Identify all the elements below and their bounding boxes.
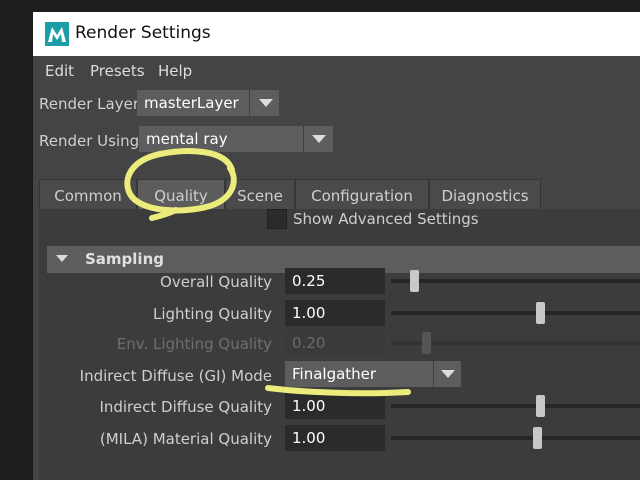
menu-help[interactable]: Help <box>158 62 192 80</box>
overall-quality-field[interactable]: 0.25 <box>285 268 385 294</box>
render-layer-value: masterLayer <box>144 94 239 112</box>
tab-configuration[interactable]: Configuration <box>295 179 429 209</box>
mila-material-quality-slider[interactable] <box>391 427 640 449</box>
slider-handle[interactable] <box>536 395 545 417</box>
chevron-down-icon <box>259 99 273 107</box>
render-layer-dropdown[interactable]: masterLayer <box>137 90 279 116</box>
env-lighting-quality-label: Env. Lighting Quality <box>116 335 272 353</box>
title-bar[interactable]: Render Settings <box>33 12 640 56</box>
sampling-section-title: Sampling <box>85 250 164 268</box>
render-using-label: Render Using <box>39 132 140 150</box>
overall-quality-label: Overall Quality <box>160 273 272 291</box>
render-settings-window: Render Settings Edit Presets Help Render… <box>32 12 640 480</box>
indirect-diffuse-quality-label: Indirect Diffuse Quality <box>99 398 272 416</box>
lighting-quality-slider[interactable] <box>391 302 640 324</box>
env-lighting-quality-slider <box>391 332 640 354</box>
maya-app-icon <box>45 22 69 46</box>
window-title: Render Settings <box>75 23 211 43</box>
chevron-down-icon <box>441 370 455 378</box>
render-using-dropdown[interactable]: mental ray <box>139 126 333 152</box>
indirect-diffuse-quality-field[interactable]: 1.00 <box>285 393 385 419</box>
tab-diagnostics[interactable]: Diagnostics <box>429 179 541 209</box>
show-advanced-label: Show Advanced Settings <box>293 210 479 228</box>
tab-common[interactable]: Common <box>39 179 137 209</box>
slider-handle[interactable] <box>410 270 419 292</box>
gi-mode-value: Finalgather <box>292 365 377 383</box>
render-layer-label: Render Layer <box>39 95 139 113</box>
tab-scene[interactable]: Scene <box>225 179 295 209</box>
env-lighting-quality-field: 0.20 <box>285 330 385 356</box>
menu-presets[interactable]: Presets <box>90 62 145 80</box>
gi-mode-dropdown[interactable]: Finalgather <box>285 361 461 387</box>
indirect-diffuse-quality-slider[interactable] <box>391 395 640 417</box>
slider-handle[interactable] <box>533 427 542 449</box>
collapse-triangle-icon <box>56 255 68 262</box>
gi-mode-label: Indirect Diffuse (GI) Mode <box>79 367 272 385</box>
lighting-quality-label: Lighting Quality <box>153 305 272 323</box>
menu-edit[interactable]: Edit <box>45 62 74 80</box>
tab-quality[interactable]: Quality <box>137 179 225 209</box>
overall-quality-slider[interactable] <box>391 270 640 292</box>
slider-handle[interactable] <box>536 302 545 324</box>
show-advanced-checkbox[interactable] <box>267 209 287 229</box>
render-using-value: mental ray <box>146 130 228 148</box>
mila-material-quality-label: (MILA) Material Quality <box>99 430 272 448</box>
chevron-down-icon <box>312 135 326 143</box>
mila-material-quality-field[interactable]: 1.00 <box>285 425 385 451</box>
lighting-quality-field[interactable]: 1.00 <box>285 300 385 326</box>
slider-handle <box>422 332 431 354</box>
